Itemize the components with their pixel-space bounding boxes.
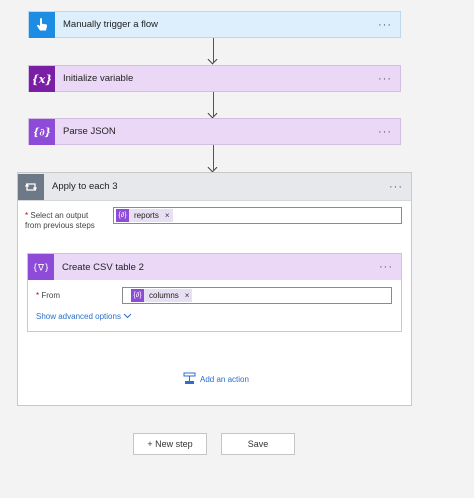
apply-to-each-menu-button[interactable]: ···	[389, 181, 403, 193]
step-menu-button[interactable]: ···	[378, 73, 392, 85]
save-button[interactable]: Save	[221, 433, 295, 455]
show-advanced-options-link[interactable]: Show advanced options	[36, 312, 132, 321]
connector-arrow	[213, 38, 214, 62]
connector-arrow	[213, 145, 214, 170]
from-label: * From	[36, 291, 60, 301]
svg-text:{∂}: {∂}	[34, 127, 50, 138]
required-mark: *	[36, 291, 40, 300]
connector-arrow	[213, 92, 214, 116]
step-initialize-variable[interactable]: {x} Initialize variable ···	[28, 65, 401, 92]
dynamic-content-icon: {∂}	[131, 289, 144, 302]
svg-text:{∇}: {∇}	[34, 264, 48, 274]
add-action-label: Add an action	[200, 375, 249, 384]
step-menu-button[interactable]: ···	[378, 19, 392, 31]
step-title: Initialize variable	[63, 73, 134, 84]
dynamic-content-icon: {∂}	[116, 209, 129, 222]
apply-to-each-header[interactable]: Apply to each 3 ···	[18, 173, 411, 201]
select-output-input[interactable]: {∂} reports ×	[113, 207, 402, 224]
data-operation-icon: {∂}	[29, 118, 55, 145]
step-menu-button[interactable]: ···	[378, 126, 392, 138]
create-csv-table-menu-button[interactable]: ···	[379, 261, 393, 273]
svg-text:{x}: {x}	[33, 73, 51, 86]
token-remove-icon[interactable]: ×	[185, 291, 190, 300]
token-label: reports	[134, 211, 159, 220]
flow-canvas: Manually trigger a flow ··· {x} Initiali…	[0, 0, 474, 498]
token-remove-icon[interactable]: ×	[165, 211, 170, 220]
step-parse-json[interactable]: {∂} Parse JSON ···	[28, 118, 401, 145]
hand-tap-icon	[29, 11, 55, 38]
token-reports[interactable]: {∂} reports ×	[116, 209, 173, 222]
required-mark: *	[25, 211, 29, 220]
add-action-icon	[183, 372, 196, 387]
select-output-label: * Select an output from previous steps	[25, 211, 95, 231]
token-columns[interactable]: {∂} columns ×	[131, 289, 193, 302]
show-advanced-options-label: Show advanced options	[36, 312, 121, 321]
new-step-button[interactable]: + New step	[133, 433, 207, 455]
chevron-down-icon	[123, 312, 132, 321]
select-output-label-line1: Select an output	[30, 211, 89, 220]
create-csv-table-title: Create CSV table 2	[62, 261, 144, 273]
from-input[interactable]: {∂} columns ×	[122, 287, 392, 304]
step-title: Parse JSON	[63, 126, 116, 137]
token-label: columns	[149, 291, 179, 300]
csv-table-icon: {∇}	[28, 254, 54, 280]
select-output-label-line2: from previous steps	[25, 221, 95, 230]
variable-icon: {x}	[29, 65, 55, 92]
step-title: Manually trigger a flow	[63, 19, 159, 30]
apply-to-each-title: Apply to each 3	[52, 181, 118, 192]
add-an-action-button[interactable]: Add an action	[183, 372, 249, 387]
step-manual-trigger[interactable]: Manually trigger a flow ···	[28, 11, 401, 38]
create-csv-table-header[interactable]: {∇} Create CSV table 2 ···	[28, 254, 401, 280]
loop-icon	[18, 173, 44, 200]
from-label-text: From	[41, 291, 61, 300]
